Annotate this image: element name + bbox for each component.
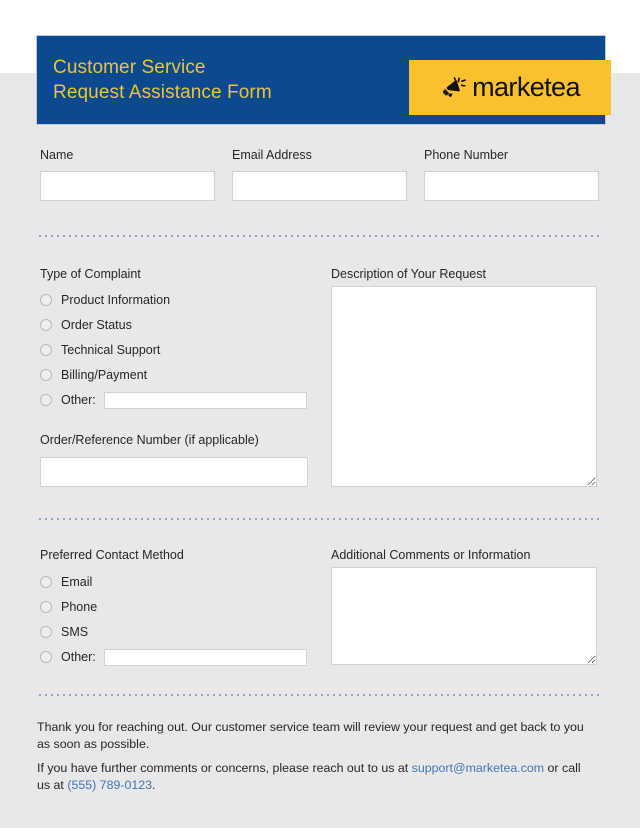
section-divider-1 (37, 235, 603, 237)
radio-circle-icon (40, 344, 52, 356)
label-order-reference-number: Order/Reference Number (if applicable) (40, 433, 259, 447)
section-divider-3 (37, 694, 603, 696)
radio-circle-icon (40, 369, 52, 381)
radio-contact-other[interactable]: Other: (40, 648, 307, 666)
brand-logo: marketea (409, 60, 611, 115)
radio-circle-icon (40, 626, 52, 638)
support-email-link[interactable]: support@marketea.com (412, 761, 544, 775)
radio-label: SMS (61, 625, 89, 639)
radio-technical-support[interactable]: Technical Support (40, 341, 160, 359)
radio-circle-icon (40, 651, 52, 663)
radio-product-information[interactable]: Product Information (40, 291, 170, 309)
footer-contact-suffix: . (152, 778, 156, 792)
page-title: Customer Service Request Assistance Form (53, 57, 272, 103)
radio-label: Email (61, 575, 93, 589)
radio-circle-icon (40, 601, 52, 613)
radio-email[interactable]: Email (40, 573, 92, 591)
radio-label: Phone (61, 600, 98, 614)
megaphone-icon (442, 77, 467, 97)
radio-sms[interactable]: SMS (40, 623, 88, 641)
description-textarea[interactable] (331, 286, 597, 487)
footer-contact-prefix: If you have further comments or concerns… (37, 761, 412, 775)
radio-billing-payment[interactable]: Billing/Payment (40, 366, 147, 384)
radio-label: Technical Support (61, 343, 161, 357)
order-reference-input[interactable] (40, 457, 308, 487)
radio-label: Billing/Payment (61, 368, 148, 382)
radio-label: Product Information (61, 293, 171, 307)
footer-thankyou-text: Thank you for reaching out. Our customer… (37, 720, 584, 751)
contact-other-input[interactable] (103, 648, 307, 666)
label-description: Description of Your Request (331, 267, 486, 281)
radio-label: Other: (61, 393, 96, 407)
label-email: Email Address (232, 148, 312, 162)
radio-phone[interactable]: Phone (40, 598, 97, 616)
radio-circle-icon (40, 576, 52, 588)
radio-circle-icon (40, 319, 52, 331)
footer-contact-text: If you have further comments or concerns… (37, 760, 597, 794)
additional-comments-textarea[interactable] (331, 567, 597, 665)
radio-order-status[interactable]: Order Status (40, 316, 132, 334)
radio-label: Other: (61, 650, 96, 664)
support-phone-link[interactable]: (555) 789-0123 (67, 778, 152, 792)
label-phone: Phone Number (424, 148, 509, 162)
label-additional-comments: Additional Comments or Information (331, 548, 531, 562)
complaint-other-input[interactable] (103, 391, 307, 409)
label-preferred-contact-method: Preferred Contact Method (40, 548, 184, 562)
label-type-of-complaint: Type of Complaint (40, 267, 141, 281)
radio-label: Order Status (61, 318, 132, 332)
radio-circle-icon (40, 294, 52, 306)
radio-complaint-other[interactable]: Other: (40, 391, 307, 409)
email-input[interactable] (232, 171, 407, 201)
name-input[interactable] (40, 171, 215, 201)
phone-input[interactable] (424, 171, 599, 201)
section-divider-2 (37, 518, 603, 520)
brand-wordmark: marketea (472, 72, 580, 102)
label-name: Name (40, 148, 74, 162)
radio-circle-icon (40, 394, 52, 406)
